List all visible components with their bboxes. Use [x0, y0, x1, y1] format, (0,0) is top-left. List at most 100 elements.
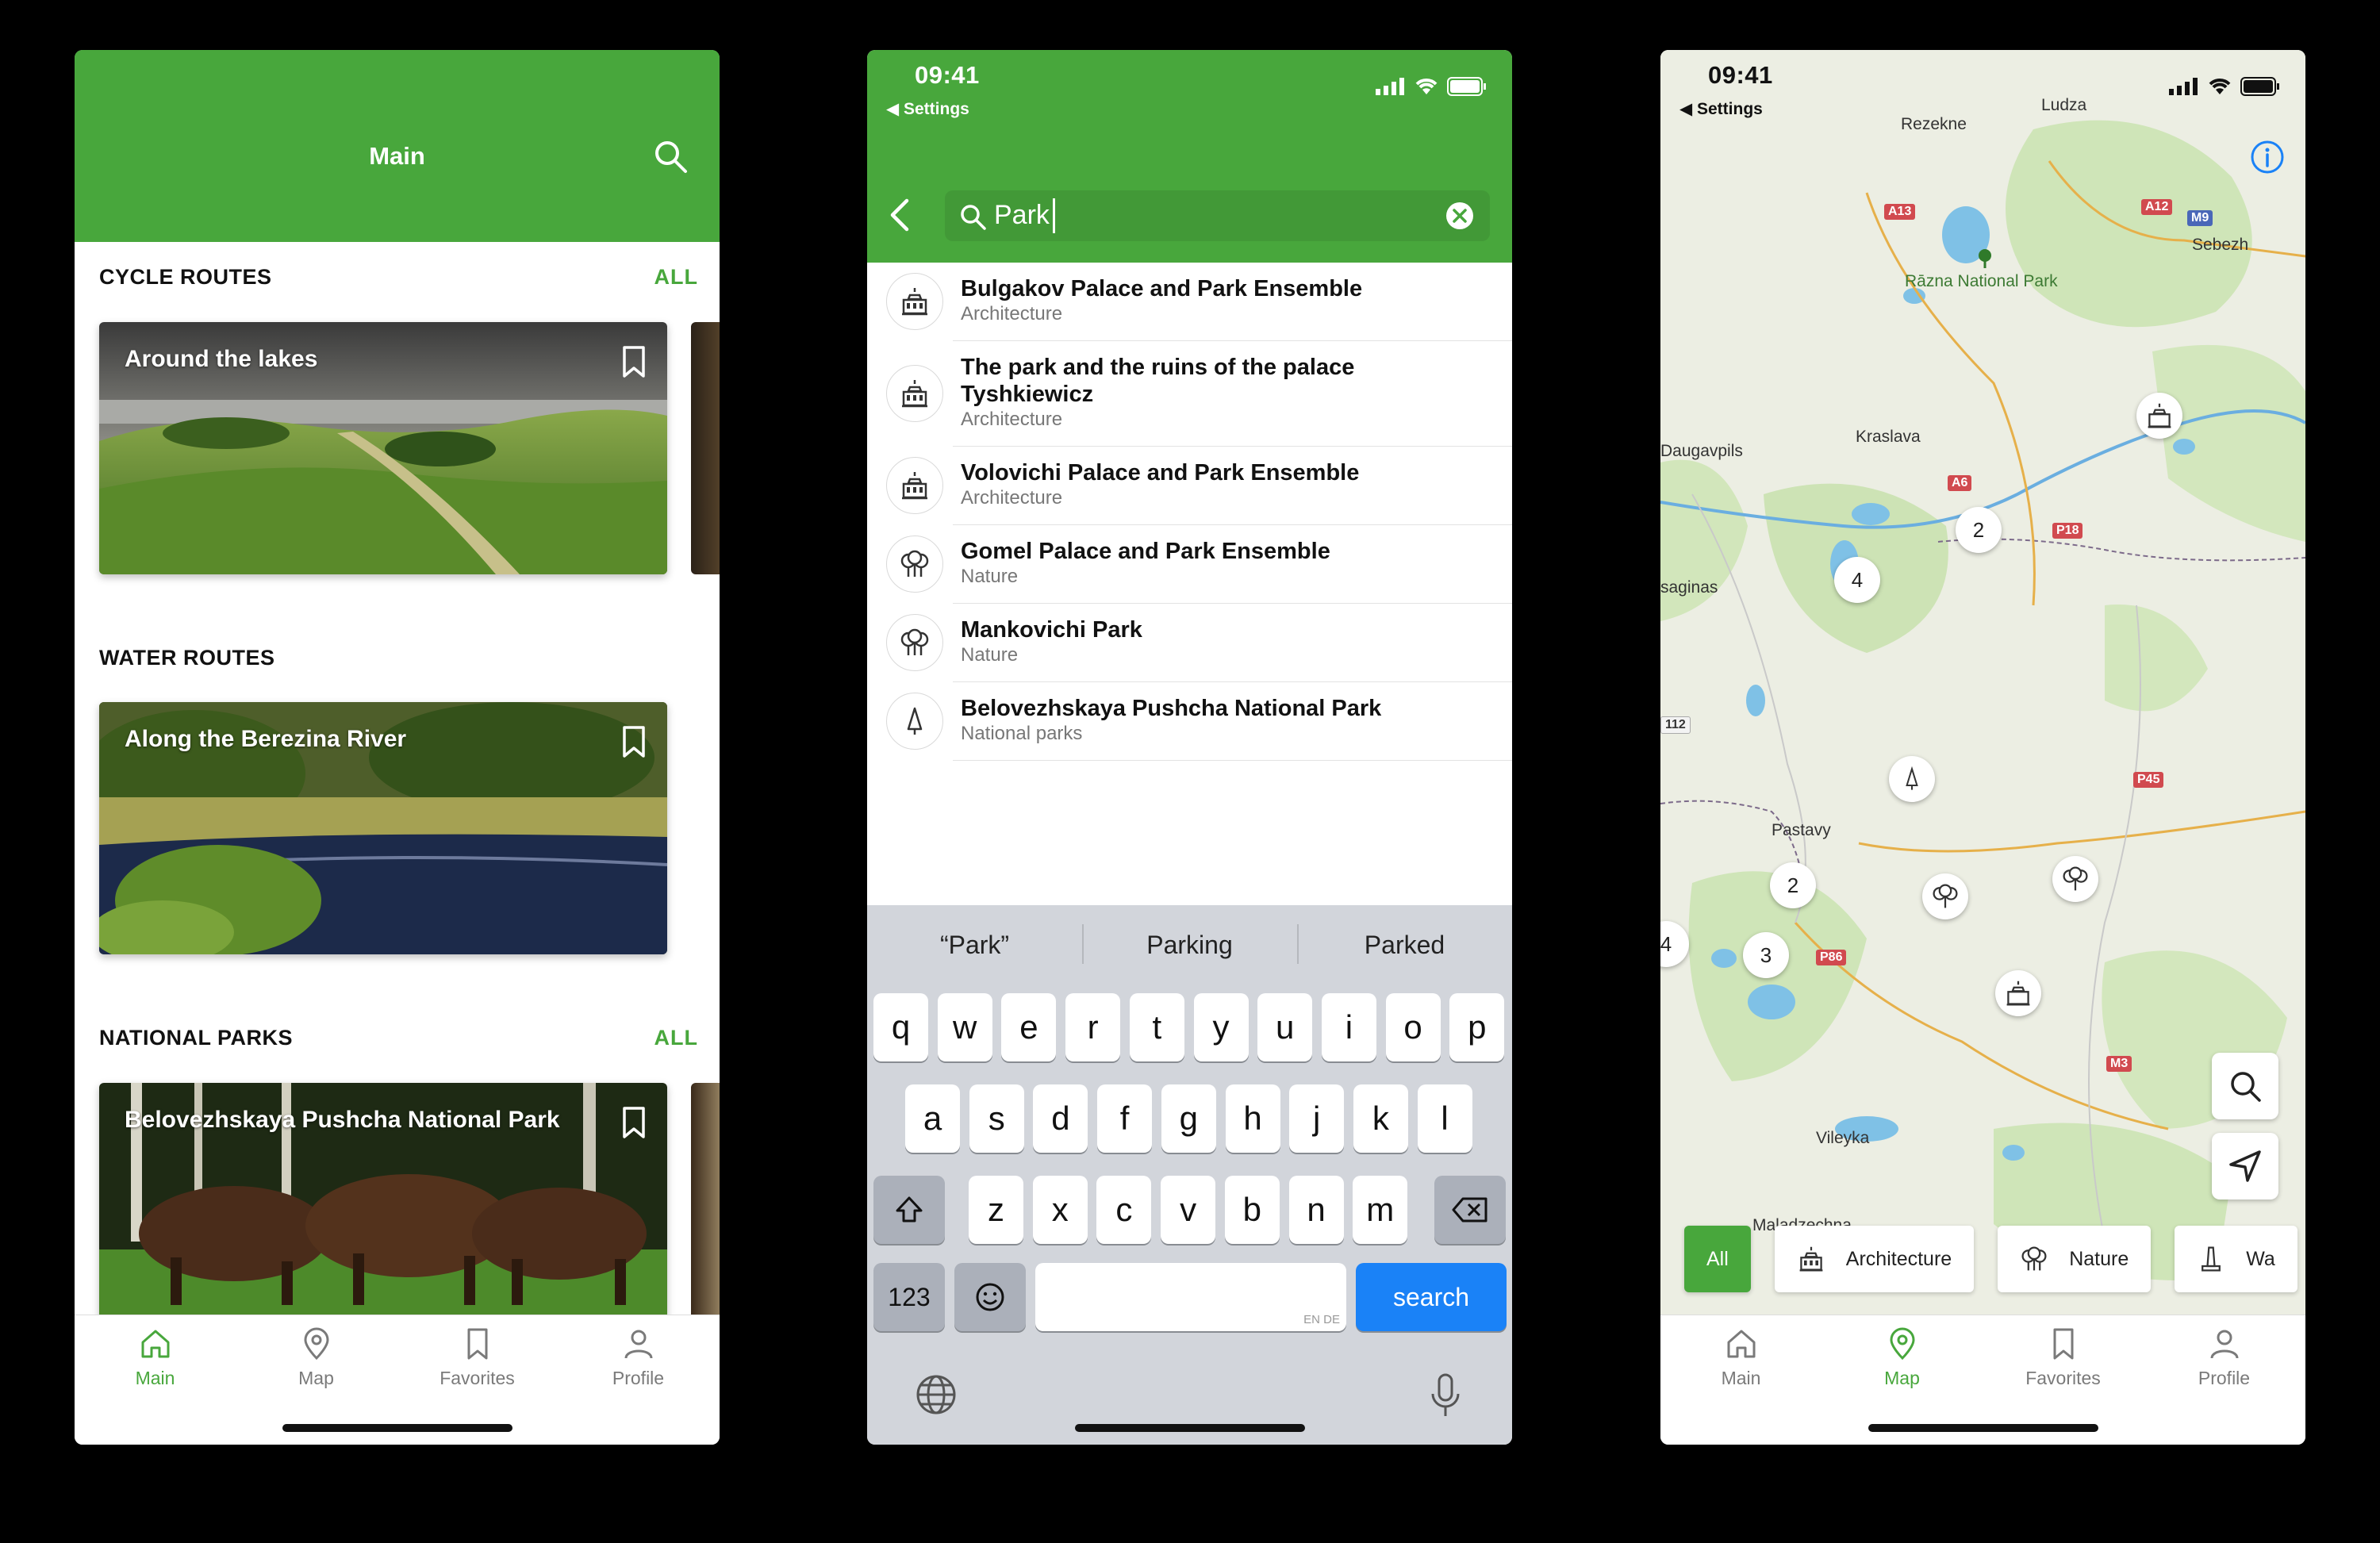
tab-main[interactable]: Main — [75, 1326, 236, 1389]
suggestion[interactable]: Parking — [1082, 923, 1297, 964]
trees-marker[interactable] — [2052, 856, 2098, 902]
list-item[interactable]: Gomel Palace and Park Ensemble Nature — [886, 525, 1512, 604]
route-card[interactable]: Along the Berezina River — [99, 702, 667, 954]
key-q[interactable]: q — [873, 993, 928, 1061]
filter-all[interactable]: All — [1684, 1226, 1751, 1292]
shift-key[interactable] — [873, 1176, 945, 1244]
key-s[interactable]: s — [969, 1084, 1024, 1153]
key-v[interactable]: v — [1161, 1176, 1216, 1244]
back-chevron-icon[interactable] — [886, 198, 913, 232]
trees-marker[interactable] — [1922, 873, 1968, 919]
locate-button[interactable] — [2212, 1133, 2278, 1199]
key-e[interactable]: e — [1001, 993, 1057, 1061]
key-j[interactable]: j — [1289, 1084, 1345, 1153]
globe-icon[interactable] — [915, 1373, 958, 1416]
key-k[interactable]: k — [1353, 1084, 1408, 1153]
building-marker[interactable] — [1995, 970, 2041, 1016]
filter-label: Nature — [2069, 1247, 2129, 1270]
road-badge: A12 — [2141, 199, 2173, 215]
building-marker[interactable] — [2136, 393, 2182, 439]
key-c[interactable]: c — [1096, 1176, 1152, 1244]
search-key[interactable]: search — [1356, 1263, 1507, 1331]
emoji-key[interactable] — [954, 1263, 1026, 1331]
key-h[interactable]: h — [1225, 1084, 1280, 1153]
map-cluster[interactable]: 4 — [1834, 557, 1880, 603]
battery-icon — [2240, 77, 2279, 96]
see-all-link[interactable]: ALL — [654, 1026, 698, 1050]
tab-main[interactable]: Main — [1660, 1326, 1821, 1389]
filter-architecture[interactable]: Architecture — [1774, 1226, 1975, 1292]
space-language-hint: EN DE — [1303, 1313, 1340, 1326]
map-cluster[interactable]: 3 — [1743, 932, 1789, 978]
map-cluster[interactable]: 2 — [1956, 507, 2002, 553]
map-view[interactable]: Rezekne Ludza Sebezh Rāzna National Park… — [1660, 50, 2305, 1315]
key-r[interactable]: r — [1065, 993, 1121, 1061]
key-z[interactable]: z — [969, 1176, 1023, 1244]
key-d[interactable]: d — [1033, 1084, 1088, 1153]
clear-icon[interactable] — [1445, 202, 1474, 230]
search-icon[interactable] — [653, 139, 688, 174]
key-f[interactable]: f — [1097, 1084, 1153, 1153]
next-card-peek[interactable] — [691, 1083, 720, 1335]
filter-nature[interactable]: Nature — [1998, 1226, 2152, 1292]
backspace-key[interactable] — [1434, 1176, 1506, 1244]
map-cluster[interactable]: 2 — [1770, 862, 1816, 908]
map-label: Rāzna National Park — [1905, 272, 2058, 290]
list-item[interactable]: The park and the ruins of the palace Tys… — [886, 341, 1512, 447]
tab-map[interactable]: Map — [1821, 1326, 1983, 1389]
bookmark-icon[interactable] — [621, 1107, 647, 1138]
key-l[interactable]: l — [1417, 1084, 1472, 1153]
list-item[interactable]: Mankovichi Park Nature — [886, 604, 1512, 682]
filter-other[interactable]: Wa — [2175, 1226, 2297, 1292]
suggestion[interactable]: Parked — [1297, 923, 1512, 964]
microphone-icon[interactable] — [1430, 1373, 1461, 1418]
see-all-link[interactable]: ALL — [654, 265, 698, 290]
card-title: Around the lakes — [125, 346, 318, 372]
tab-map[interactable]: Map — [236, 1326, 397, 1389]
back-to-settings[interactable]: ◀ Settings — [1679, 99, 1763, 119]
wifi-icon — [2209, 79, 2231, 94]
key-i[interactable]: i — [1321, 993, 1376, 1061]
key-x[interactable]: x — [1032, 1176, 1088, 1244]
pine-tree-icon — [886, 693, 943, 750]
key-p[interactable]: p — [1449, 993, 1505, 1061]
result-category: Architecture — [961, 487, 1063, 509]
bookmark-icon[interactable] — [621, 726, 647, 758]
key-n[interactable]: n — [1288, 1176, 1344, 1244]
key-b[interactable]: b — [1224, 1176, 1280, 1244]
list-item[interactable]: Volovichi Palace and Park Ensemble Archit… — [886, 447, 1512, 525]
key-o[interactable]: o — [1385, 993, 1441, 1061]
pine-tree-marker[interactable] — [1889, 756, 1935, 802]
status-icons — [1376, 77, 1487, 96]
tab-favorites[interactable]: Favorites — [397, 1326, 558, 1389]
tab-favorites[interactable]: Favorites — [1983, 1326, 2144, 1389]
search-input[interactable]: Park — [945, 190, 1490, 241]
space-key[interactable]: EN DE — [1035, 1263, 1346, 1331]
monument-icon — [2202, 1246, 2221, 1272]
key-a[interactable]: a — [905, 1084, 960, 1153]
map-label: Pastavy — [1772, 821, 1831, 839]
key-w[interactable]: w — [937, 993, 992, 1061]
list-item[interactable]: Belovezhskaya Pushcha National Park Natio… — [886, 682, 1512, 761]
park-card[interactable]: Belovezhskaya Pushcha National Park — [99, 1083, 667, 1335]
tab-label: Profile — [612, 1368, 665, 1388]
tab-profile[interactable]: Profile — [558, 1326, 719, 1389]
key-t[interactable]: t — [1129, 993, 1184, 1061]
map-search-button[interactable] — [2212, 1053, 2278, 1119]
road-badge: A13 — [1884, 204, 1916, 220]
tab-profile[interactable]: Profile — [2144, 1326, 2305, 1389]
route-card[interactable]: Around the lakes — [99, 322, 667, 574]
info-icon[interactable] — [2250, 140, 2285, 175]
next-card-peek[interactable] — [691, 322, 720, 574]
bookmark-icon[interactable] — [621, 346, 647, 378]
key-y[interactable]: y — [1193, 993, 1249, 1061]
key-m[interactable]: m — [1353, 1176, 1408, 1244]
key-u[interactable]: u — [1257, 993, 1313, 1061]
numbers-key[interactable]: 123 — [873, 1263, 945, 1331]
card-title: Along the Berezina River — [125, 726, 407, 752]
back-to-settings[interactable]: ◀ Settings — [886, 99, 969, 119]
list-item[interactable]: Bulgakov Palace and Park Ensemble Archite… — [886, 263, 1512, 341]
key-g[interactable]: g — [1161, 1084, 1216, 1153]
map-screen: Rezekne Ludza Sebezh Rāzna National Park… — [1660, 50, 2305, 1445]
suggestion[interactable]: “Park” — [867, 931, 1082, 960]
